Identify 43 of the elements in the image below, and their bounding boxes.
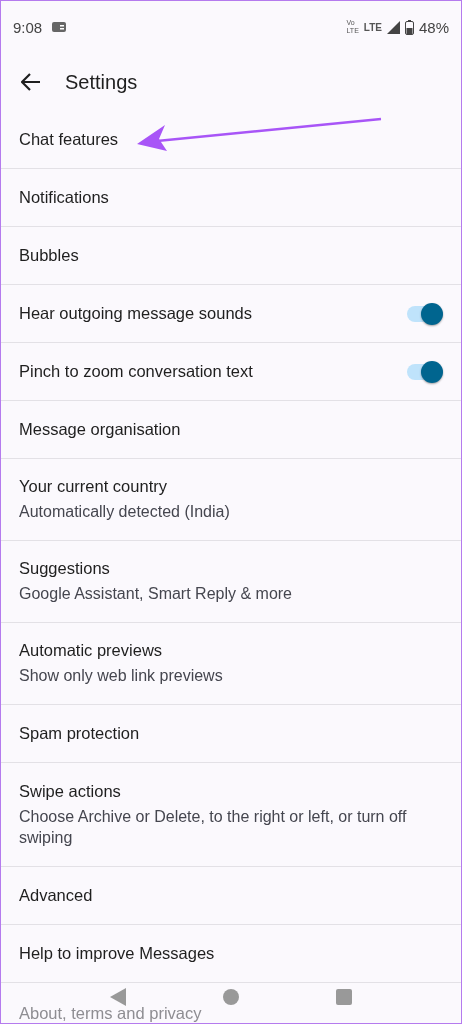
row-title: Swipe actions: [19, 781, 121, 801]
back-button[interactable]: [21, 73, 41, 91]
message-icon: [52, 22, 67, 32]
row-title: Message organisation: [19, 420, 181, 439]
settings-row[interactable]: Suggestions Google Assistant, Smart Reply & more: [1, 541, 461, 623]
settings-row[interactable]: Message organisation: [1, 401, 461, 459]
settings-row[interactable]: Your current country Automatically detected (India): [1, 459, 461, 541]
row-subtitle: Google Assistant, Smart Reply & more: [19, 584, 293, 604]
row-title: Hear outgoing message sounds: [19, 304, 252, 323]
row-title: Suggestions: [19, 559, 110, 578]
settings-row[interactable]: Pinch to zoom conversation text: [1, 343, 461, 401]
row-title: Your current country: [19, 477, 167, 496]
settings-row[interactable]: Hear outgoing message sounds: [1, 285, 461, 343]
toggle-switch[interactable]: [407, 363, 441, 380]
settings-row[interactable]: Bubbles: [1, 227, 461, 285]
row-title: Spam protection: [19, 724, 140, 743]
row-title: Pinch to zoom conversation text: [19, 362, 253, 381]
row-title: About, terms and privacy: [19, 1004, 202, 1022]
settings-row[interactable]: Spam protection: [1, 705, 461, 763]
settings-row[interactable]: Help to improve Messages: [1, 925, 461, 983]
battery-level: 48%: [418, 18, 449, 36]
settings-row[interactable]: Advanced: [1, 867, 461, 925]
recents-nav-icon[interactable]: [336, 989, 353, 1005]
row-title: Chat features: [19, 130, 119, 149]
page-title: Settings: [65, 70, 138, 94]
row-title: Notifications: [19, 188, 109, 207]
row-title: Bubbles: [19, 246, 79, 265]
row-subtitle: Choose Archive or Delete, to the right or left, or turn off swiping: [19, 806, 408, 848]
back-nav-icon[interactable]: [109, 988, 126, 1006]
status-time: 9:08: [13, 18, 43, 36]
row-subtitle: Show only web link previews: [19, 666, 224, 686]
row-title: Help to improve Messages: [19, 944, 215, 963]
network-type: LTE: [363, 21, 382, 33]
settings-row[interactable]: Swipe actions Choose Archive or Delete, to the right or left, or turn off swiping: [1, 763, 461, 867]
toggle-switch[interactable]: [407, 305, 441, 322]
row-title: Advanced: [19, 886, 93, 905]
row-title: Automatic previews: [19, 641, 163, 660]
signal-icon: [386, 20, 400, 34]
settings-row[interactable]: Automatic previews Show only web link previews: [1, 623, 461, 705]
settings-row[interactable]: Notifications: [1, 169, 461, 227]
row-subtitle: Automatically detected (India): [19, 502, 231, 522]
battery-icon: [404, 19, 414, 35]
home-nav-icon[interactable]: [223, 989, 239, 1005]
